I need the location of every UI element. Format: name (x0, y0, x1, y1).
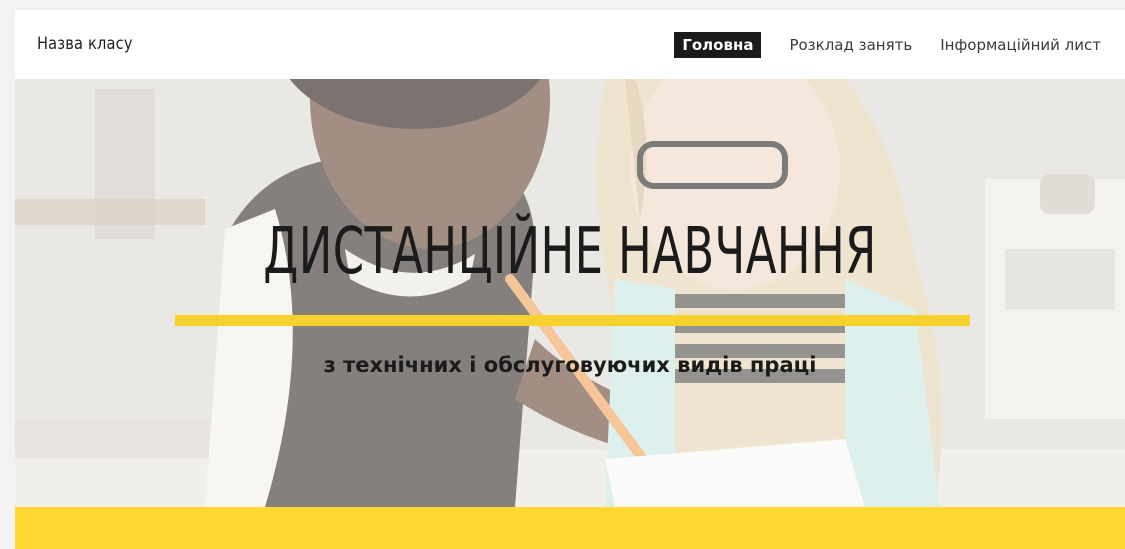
yellow-section-band (15, 507, 1125, 549)
hero-banner: ДИСТАНЦІЙНЕ НАВЧАННЯ з технічних і обслу… (15, 79, 1125, 507)
hero-title-underline (175, 315, 970, 326)
site-title[interactable]: Назва класу (37, 34, 133, 54)
top-navigation-bar: Назва класу Головна Розклад занять Інфор… (15, 10, 1125, 79)
nav-item-home[interactable]: Головна (674, 32, 762, 58)
nav-item-schedule[interactable]: Розклад занять (789, 32, 912, 58)
hero-subtitle: з технічних і обслуговуючих видів праці (323, 353, 817, 377)
hero-title: ДИСТАНЦІЙНЕ НАВЧАННЯ (263, 215, 877, 289)
main-nav: Головна Розклад занять Інформаційний лис… (674, 32, 1101, 58)
hero-overlay (15, 79, 1125, 507)
page-frame: Назва класу Головна Розклад занять Інфор… (15, 10, 1125, 549)
nav-item-info-letter[interactable]: Інформаційний лист (940, 32, 1101, 58)
